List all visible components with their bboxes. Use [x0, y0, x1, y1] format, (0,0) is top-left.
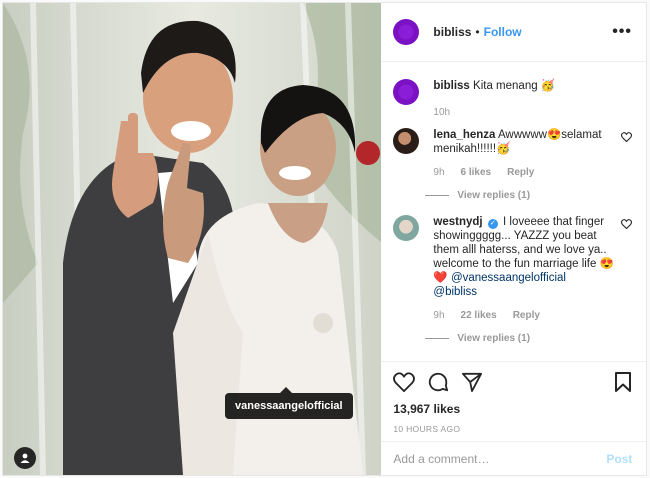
caption-username[interactable]: bibliss [433, 80, 469, 92]
caption-meta: 10h [433, 106, 614, 120]
post-timestamp[interactable]: 10 HOURS AGO [393, 424, 632, 434]
avatar[interactable] [393, 19, 420, 45]
post-sidebar: bibliss • Follow ••• bibliss Kita menang… [381, 3, 647, 475]
comment-input[interactable] [393, 451, 607, 466]
post-comment-button[interactable]: Post [606, 452, 632, 466]
action-icons [393, 370, 632, 394]
post-actions: 13,967 likes 10 HOURS AGO [381, 361, 647, 434]
share-icon[interactable] [461, 372, 483, 392]
reply-button[interactable]: Reply [513, 309, 540, 323]
comment-likes[interactable]: 6 likes [461, 166, 492, 180]
comment-meta: 9h 6 likes Reply [433, 166, 614, 180]
user-tag-icon-glyph [20, 453, 30, 463]
more-options-icon[interactable]: ••• [612, 23, 632, 41]
avatar[interactable] [393, 128, 420, 154]
view-replies-button[interactable]: View replies (1) [425, 190, 632, 201]
separator-dot: • [475, 25, 480, 39]
comment-icon[interactable] [427, 371, 449, 393]
comment-item: lena_henza Awwwww😍selamat menikah!!!!!!🥳… [393, 128, 633, 180]
bookmark-icon[interactable] [614, 371, 632, 393]
avatar[interactable] [393, 79, 420, 105]
avatar[interactable] [393, 215, 420, 241]
comments-list[interactable]: bibliss Kita menang 🥳 10h lena_henza Aww… [381, 63, 646, 361]
heart-icon[interactable] [393, 372, 416, 392]
reply-button[interactable]: Reply [507, 166, 534, 180]
caption-text: Kita menang 🥳 [473, 80, 556, 92]
photo-user-tag[interactable]: vanessaangelofficial [225, 387, 353, 419]
follow-button[interactable]: Follow [484, 25, 522, 39]
post-photo[interactable]: vanessaangelofficial [3, 3, 382, 475]
comment-likes[interactable]: 22 likes [461, 309, 497, 323]
comment-username[interactable]: westnydj [433, 216, 482, 228]
like-comment-heart-icon[interactable] [621, 219, 633, 229]
post-header: bibliss • Follow ••• [381, 3, 646, 62]
likes-count[interactable]: 13,967 likes [393, 402, 632, 416]
post-username[interactable]: bibliss [433, 25, 471, 39]
caption: bibliss Kita menang 🥳 10h [393, 79, 632, 120]
like-comment-heart-icon[interactable] [621, 132, 633, 142]
view-replies-button[interactable]: View replies (1) [425, 333, 632, 344]
comment-username[interactable]: lena_henza [433, 129, 495, 141]
comment-body: westnydj ✓ I loveeee that finger showing… [433, 215, 632, 323]
mention-link[interactable]: @bibliss [433, 286, 477, 298]
comment-body: lena_henza Awwwww😍selamat menikah!!!!!!🥳… [433, 128, 632, 180]
instagram-post: vanessaangelofficial bibliss • Follow ••… [2, 2, 647, 476]
user-tag-icon[interactable] [14, 447, 36, 469]
comment-time[interactable]: 9h [433, 309, 444, 323]
caption-body: bibliss Kita menang 🥳 10h [433, 79, 632, 120]
comment-meta: 9h 22 likes Reply [433, 309, 614, 323]
verified-badge-icon: ✓ [487, 219, 498, 229]
mention-link[interactable]: @vanessaangelofficial [451, 272, 566, 284]
caption-time[interactable]: 10h [433, 106, 450, 120]
comment-item: westnydj ✓ I loveeee that finger showing… [393, 215, 633, 323]
add-comment-bar: Post [381, 441, 647, 475]
comment-time[interactable]: 9h [433, 166, 444, 180]
